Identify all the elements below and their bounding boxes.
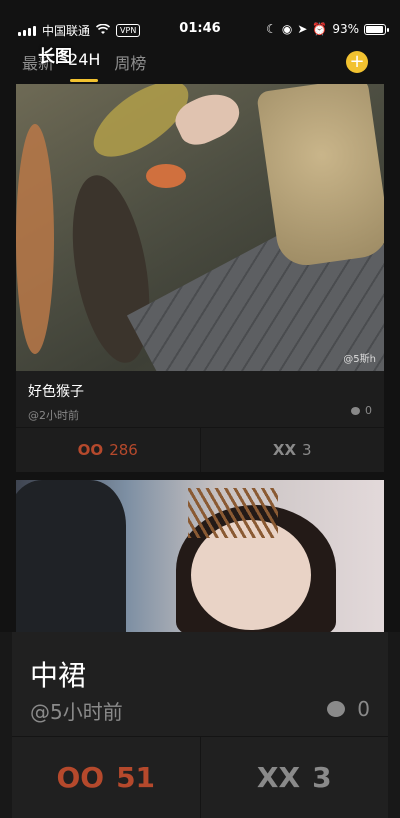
comment-count-value-2: 0 (357, 697, 370, 721)
downvote-label: XX (272, 441, 297, 459)
moon-icon: ☾ (266, 22, 277, 36)
upvote-label: OO (77, 441, 104, 459)
upvote-count: 286 (109, 441, 138, 459)
downvote-count-2: 3 (312, 761, 332, 794)
add-post-button[interactable]: + (346, 51, 368, 73)
lock-rotation-icon: ◉ (281, 22, 293, 36)
long-image-badge: 长图 (38, 47, 72, 67)
post-meta: 好色猴子 @2小时前 0 (16, 371, 384, 427)
comment-count-value: 0 (365, 404, 372, 417)
battery-icon (364, 23, 389, 35)
comment-count[interactable]: 0 (351, 404, 372, 417)
upvote-count-2: 51 (116, 761, 156, 794)
downvote-count: 3 (302, 441, 312, 459)
tab-24h[interactable]: 24H (68, 50, 100, 82)
vote-bar: OO 286 XX 3 (16, 427, 384, 472)
battery-percent: 93% (332, 22, 359, 36)
downvote-button-2[interactable]: XX 3 (199, 737, 389, 818)
status-bar: 中国联通 VPN 01:46 ☾ ◉ ➤ ⏰ 93% (0, 0, 400, 40)
tab-weekly[interactable]: 周榜 (114, 50, 146, 74)
upvote-button-2[interactable]: OO 51 (12, 737, 200, 818)
downvote-label-2: XX (256, 761, 301, 794)
post-time-2: @5小时前 (30, 700, 123, 724)
upvote-button[interactable]: OO 286 (16, 428, 200, 472)
vote-bar-2: OO 51 XX 3 (12, 736, 388, 818)
comment-icon (351, 406, 360, 415)
alarm-icon: ⏰ (312, 22, 328, 36)
image-watermark: @5斯h (343, 354, 376, 365)
post-time: @2小时前 (28, 409, 79, 422)
comment-icon-2 (327, 701, 346, 717)
post-title: 好色猴子 (28, 384, 84, 400)
post-image-2[interactable] (16, 480, 384, 632)
post-image[interactable]: @5斯h (16, 84, 384, 371)
status-right: ☾ ◉ ➤ ⏰ 93% (266, 22, 389, 36)
location-icon: ➤ (297, 22, 308, 36)
downvote-button[interactable]: XX 3 (199, 428, 385, 472)
post-card[interactable]: @5斯h 好色猴子 @2小时前 0 OO 286 XX 3 (16, 84, 384, 472)
comment-count-2[interactable]: 0 (327, 697, 370, 721)
upvote-label-2: OO (56, 761, 105, 794)
post-title-2: 中裙 (30, 659, 87, 692)
